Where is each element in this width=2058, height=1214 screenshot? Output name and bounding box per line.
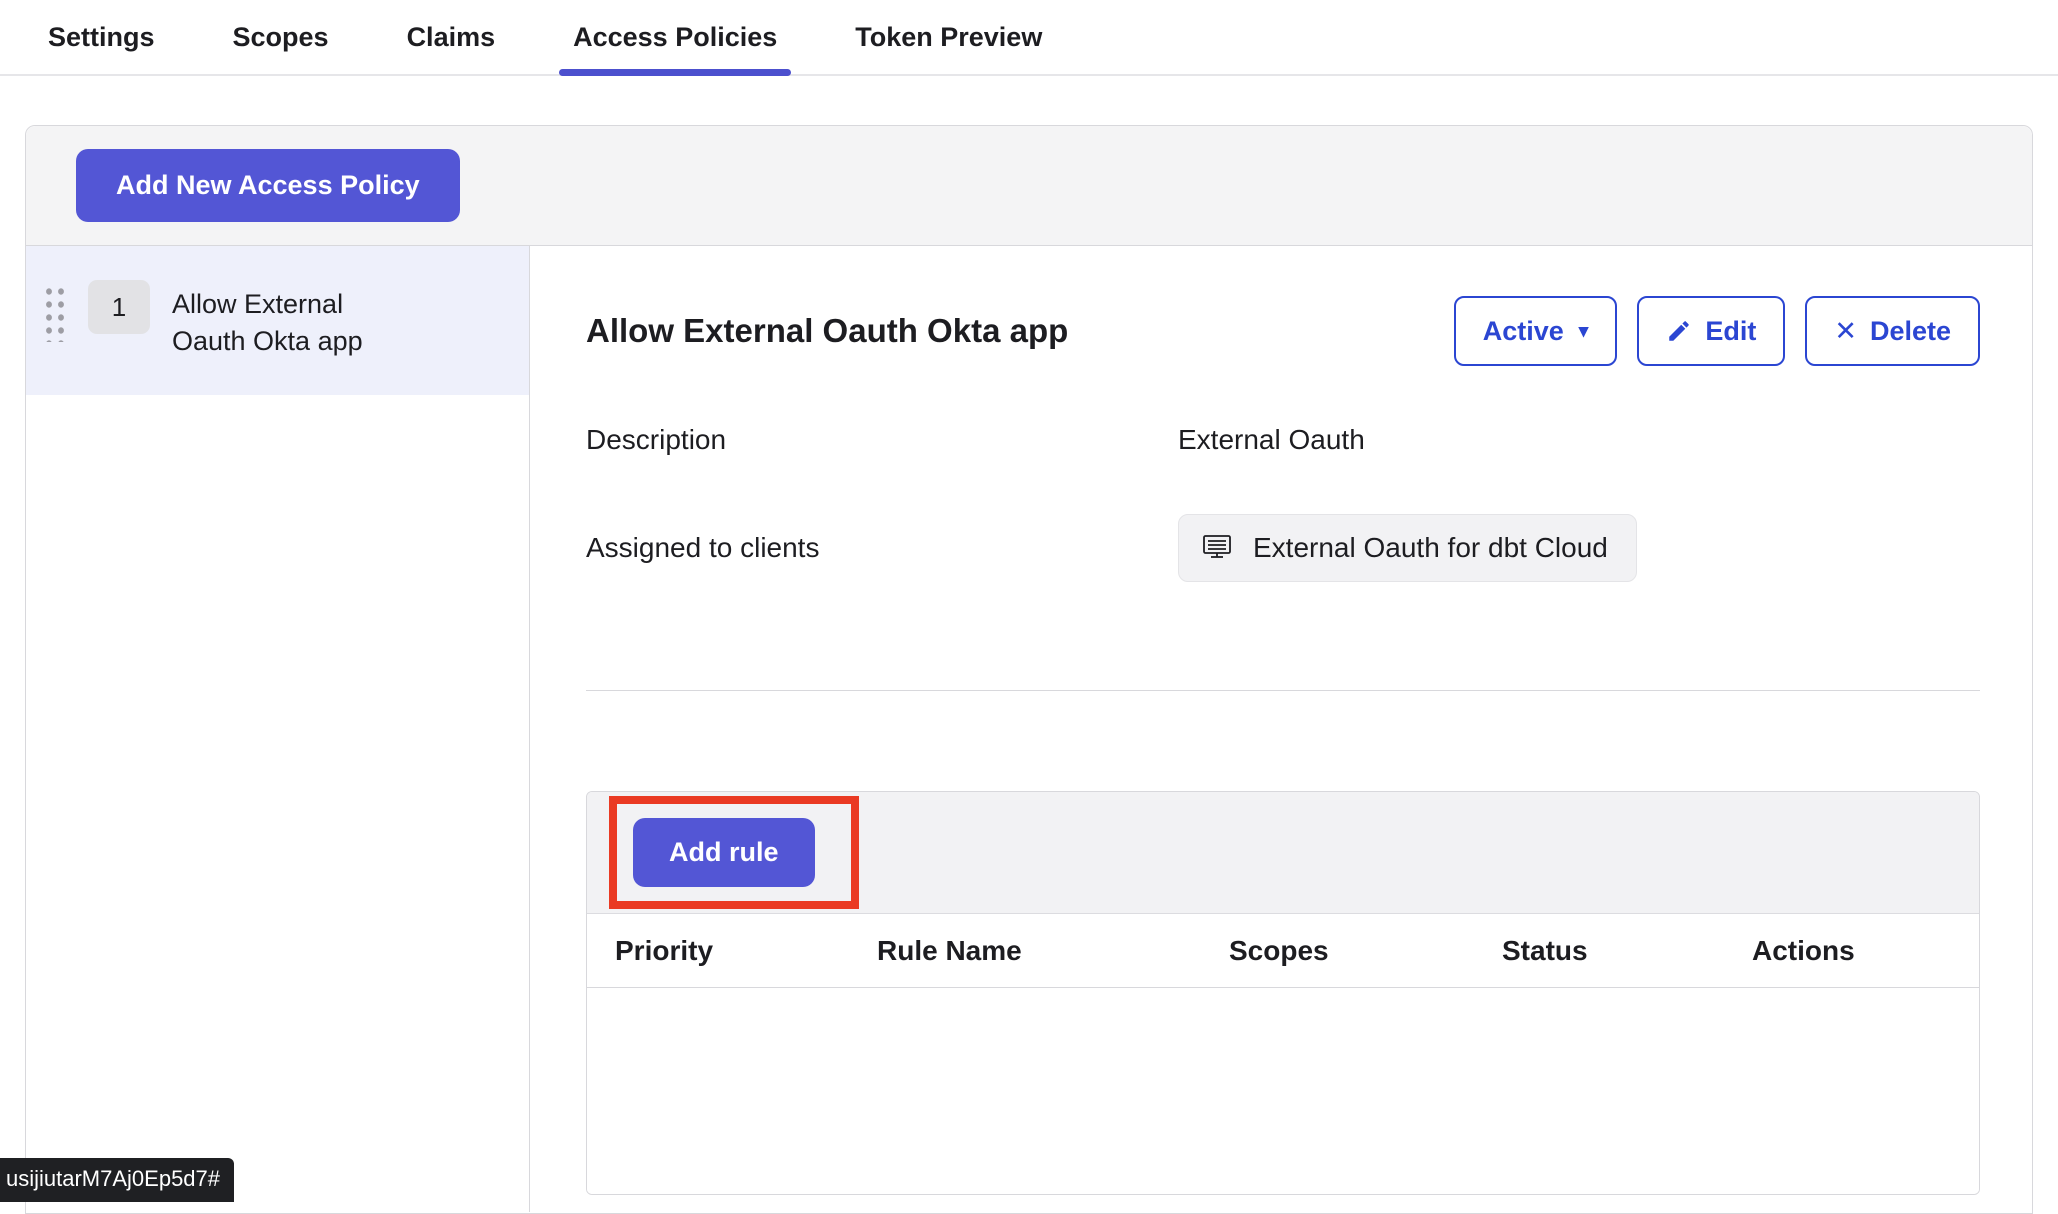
status-bar-link-preview: usijiutarM7Aj0Ep5d7# [0, 1158, 234, 1202]
description-label: Description [586, 424, 1178, 456]
access-policies-panel: Add New Access Policy 1 Allow External O… [25, 125, 2033, 1214]
column-status: Status [1502, 935, 1752, 967]
rules-table-header: Priority Rule Name Scopes Status Actions [587, 914, 1979, 988]
panel-toolbar: Add New Access Policy [26, 126, 2032, 246]
delete-button[interactable]: ✕ Delete [1805, 296, 1980, 366]
tab-bar: Settings Scopes Claims Access Policies T… [0, 0, 2058, 76]
column-priority: Priority [615, 935, 877, 967]
delete-button-label: Delete [1870, 316, 1951, 347]
policy-title: Allow External Oauth Okta app [586, 312, 1068, 350]
status-dropdown-label: Active [1483, 316, 1564, 347]
policy-action-buttons: Active ▾ Edit ✕ Delete [1454, 296, 1980, 366]
edit-button-label: Edit [1705, 316, 1756, 347]
policy-detail: Allow External Oauth Okta app Active ▾ E… [530, 246, 2032, 1212]
drag-handle-icon[interactable] [42, 284, 66, 342]
close-icon: ✕ [1834, 316, 1857, 347]
edit-button[interactable]: Edit [1637, 296, 1785, 366]
column-scopes: Scopes [1229, 935, 1502, 967]
pencil-icon [1666, 318, 1692, 344]
tab-settings[interactable]: Settings [48, 0, 155, 74]
assigned-client-name: External Oauth for dbt Cloud [1253, 532, 1608, 564]
rules-table-empty-body [587, 988, 1979, 1194]
add-new-access-policy-button[interactable]: Add New Access Policy [76, 149, 460, 222]
policy-list-item[interactable]: 1 Allow External Oauth Okta app [26, 246, 529, 395]
monitor-icon [1201, 533, 1237, 563]
rules-toolbar: Add rule [587, 792, 1979, 914]
policy-priority-badge: 1 [88, 280, 150, 334]
column-actions: Actions [1752, 935, 1979, 967]
assigned-clients-label: Assigned to clients [586, 532, 1178, 564]
tab-scopes[interactable]: Scopes [233, 0, 329, 74]
rules-card: Add rule Priority Rule Name Scopes Statu… [586, 791, 1980, 1195]
tab-claims[interactable]: Claims [407, 0, 496, 74]
tab-access-policies[interactable]: Access Policies [573, 0, 777, 74]
section-divider [586, 690, 1980, 691]
status-dropdown-button[interactable]: Active ▾ [1454, 296, 1618, 366]
add-rule-button[interactable]: Add rule [633, 818, 815, 887]
annotation-highlight: Add rule [609, 796, 859, 909]
assigned-client-chip: External Oauth for dbt Cloud [1178, 514, 1637, 582]
policy-name: Allow External Oauth Okta app [172, 278, 407, 361]
description-value: External Oauth [1178, 424, 1980, 456]
policy-list: 1 Allow External Oauth Okta app [26, 246, 530, 1212]
chevron-down-icon: ▾ [1579, 320, 1589, 343]
tab-token-preview[interactable]: Token Preview [855, 0, 1042, 74]
column-rule-name: Rule Name [877, 935, 1229, 967]
